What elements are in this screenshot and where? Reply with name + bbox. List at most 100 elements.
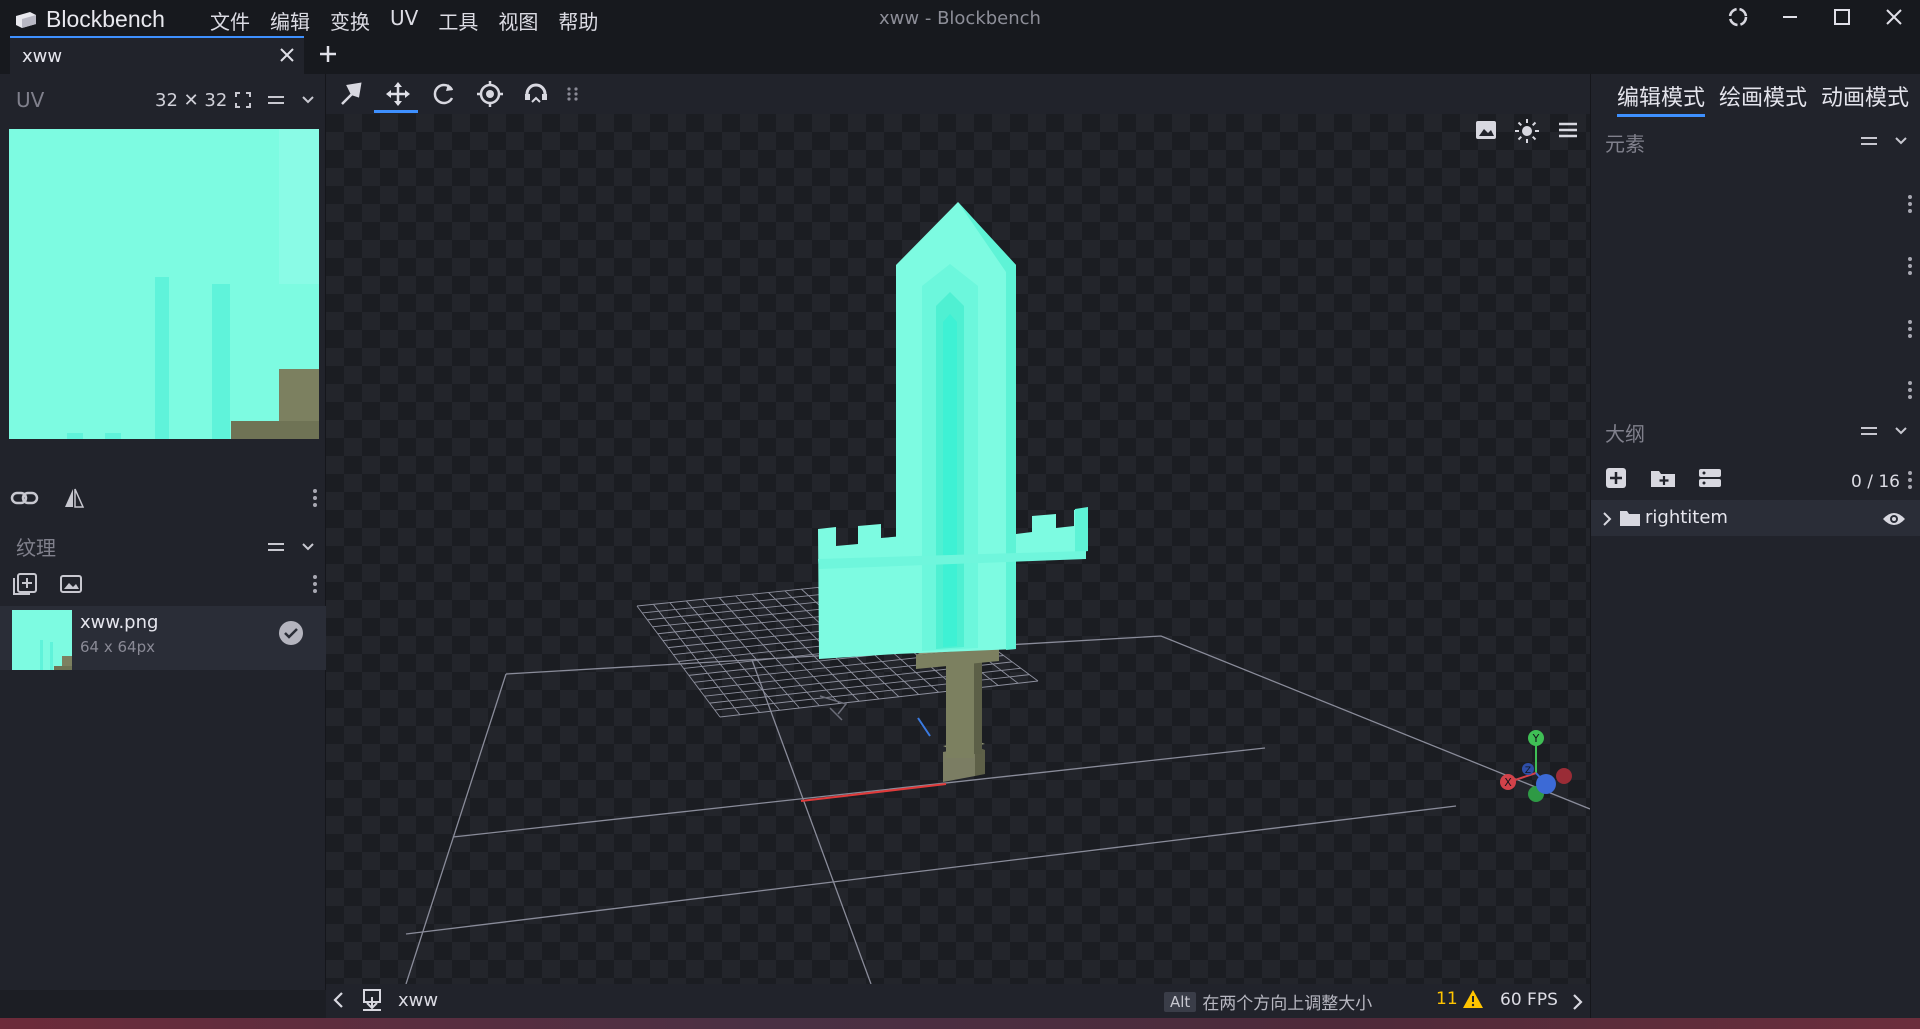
- rotate-tool-icon: [433, 83, 454, 105]
- vertex-snap-tool-button[interactable]: [514, 74, 558, 114]
- project-tab-bar: xww: [0, 36, 1920, 74]
- warnings-indicator[interactable]: 11: [1436, 989, 1484, 1009]
- menu-tools[interactable]: 工具: [428, 4, 488, 37]
- more-options-icon[interactable]: [1907, 470, 1913, 490]
- drag-handle-icon[interactable]: [1859, 132, 1879, 150]
- menu-transform[interactable]: 变换: [320, 4, 380, 37]
- project-tab[interactable]: xww: [10, 36, 304, 74]
- resize-tool-button[interactable]: [468, 74, 512, 114]
- add-texture-icon[interactable]: [12, 572, 38, 596]
- eye-icon[interactable]: [1881, 509, 1907, 529]
- fps-counter: 60 FPS: [1500, 990, 1558, 1010]
- chevron-down-icon[interactable]: [300, 91, 316, 109]
- chevron-down-icon[interactable]: [300, 538, 316, 556]
- add-cube-icon[interactable]: [1603, 466, 1629, 490]
- more-options-icon[interactable]: [1907, 194, 1913, 214]
- outliner-group-name: rightitem: [1645, 507, 1728, 528]
- pivot-tool-button[interactable]: [330, 74, 374, 114]
- new-tab-button[interactable]: [316, 42, 340, 66]
- chevron-down-icon[interactable]: [1893, 132, 1909, 150]
- uv-texture-preview: [9, 129, 319, 439]
- maximize-button[interactable]: [1816, 0, 1868, 34]
- drag-handle-icon[interactable]: [266, 91, 286, 109]
- add-group-icon[interactable]: [1649, 466, 1677, 490]
- keyboard-hint-text: 在两个方向上调整大小: [1202, 994, 1373, 1014]
- gizmo-x-label: X: [1504, 776, 1512, 789]
- minimize-button[interactable]: [1764, 0, 1816, 34]
- texture-dimensions: 64 x 64px: [80, 638, 155, 656]
- tool-bar: [326, 74, 1590, 114]
- close-window-button[interactable]: [1868, 0, 1920, 34]
- drag-handle-icon[interactable]: [266, 538, 286, 556]
- project-name[interactable]: xww: [398, 990, 438, 1011]
- minimize-icon: [1783, 16, 1797, 18]
- tab-animate-mode[interactable]: 动画模式: [1821, 80, 1909, 117]
- menu-uv[interactable]: UV: [380, 4, 428, 37]
- import-texture-icon[interactable]: [58, 572, 84, 596]
- lighting-icon[interactable]: [1514, 118, 1540, 144]
- sword-model: [818, 202, 1088, 782]
- collapse-groups-icon[interactable]: [1697, 466, 1723, 490]
- x-axis-line: [800, 783, 947, 802]
- rotate-tool-button[interactable]: [422, 74, 466, 114]
- uv-header-actions: [234, 91, 316, 109]
- close-icon: [1886, 9, 1902, 25]
- tab-edit-mode[interactable]: 编辑模式: [1617, 80, 1706, 117]
- grid-line: [714, 674, 1030, 711]
- title-bar: Blockbench 文件 编辑 变换 UV 工具 视图 帮助 xww - Bl…: [0, 0, 1920, 36]
- outliner-panel-header: 大纲: [1591, 410, 1920, 454]
- menu-file[interactable]: 文件: [200, 4, 260, 37]
- crosshair-icon: [477, 81, 503, 107]
- more-options-icon[interactable]: [1907, 319, 1913, 339]
- link-icon[interactable]: [10, 486, 40, 510]
- sync-icon: [1728, 7, 1748, 27]
- orientation-gizmo[interactable]: Y X Z: [1490, 724, 1580, 814]
- fullscreen-icon[interactable]: [234, 91, 252, 109]
- outliner-panel-title: 大纲: [1605, 422, 1645, 446]
- more-options-icon[interactable]: [312, 574, 318, 594]
- warning-icon: [1462, 990, 1483, 1008]
- uv-panel-title: UV: [16, 88, 45, 112]
- viewport-scene: [405, 202, 1590, 984]
- save-project-icon[interactable]: [360, 988, 384, 1012]
- hamburger-menu-icon[interactable]: [1556, 118, 1580, 142]
- viewport-tools: [1474, 118, 1580, 144]
- menu-bar: 文件 编辑 变换 UV 工具 视图 帮助: [200, 4, 608, 37]
- outliner-group-row[interactable]: rightitem: [1591, 500, 1920, 536]
- chevron-down-icon[interactable]: [1893, 422, 1909, 440]
- texture-list-item[interactable]: xww.png 64 x 64px: [0, 606, 326, 670]
- warning-count: 11: [1436, 989, 1458, 1009]
- keyboard-hint: Alt 在两个方向上调整大小: [1164, 989, 1372, 1014]
- close-tab-button[interactable]: [278, 46, 296, 64]
- sync-button[interactable]: [1712, 0, 1764, 34]
- menu-view[interactable]: 视图: [488, 4, 548, 37]
- 3d-viewport[interactable]: Y X Z: [326, 114, 1590, 984]
- image-icon[interactable]: [1474, 118, 1498, 142]
- uv-size-label[interactable]: 32 ✕ 32: [155, 90, 227, 111]
- menu-edit[interactable]: 编辑: [260, 4, 320, 37]
- keyboard-key-badge: Alt: [1164, 991, 1197, 1012]
- outliner-toolbar: [1603, 466, 1723, 490]
- elements-panel-title: 元素: [1605, 132, 1645, 156]
- move-tool-button[interactable]: [376, 74, 420, 114]
- toolbar-drag-handle-icon[interactable]: [566, 86, 580, 102]
- chevron-right-icon[interactable]: [1601, 510, 1613, 528]
- active-tool-indicator: [374, 110, 418, 113]
- blockbench-window: Blockbench 文件 编辑 变换 UV 工具 视图 帮助 xww - Bl…: [0, 0, 1920, 1029]
- texture-thumbnail: [12, 610, 72, 670]
- tab-paint-mode[interactable]: 绘画模式: [1719, 80, 1807, 117]
- menu-help[interactable]: 帮助: [548, 4, 608, 37]
- uv-editor-canvas[interactable]: [9, 129, 319, 439]
- app-name: Blockbench: [46, 6, 165, 32]
- chevron-left-icon[interactable]: [332, 990, 346, 1010]
- texture-selected-toggle[interactable]: [278, 620, 304, 646]
- chevron-right-icon[interactable]: [1570, 992, 1584, 1012]
- gizmo-z-label: Z: [1525, 766, 1531, 776]
- more-options-icon[interactable]: [1907, 380, 1913, 400]
- mirror-icon[interactable]: [62, 486, 86, 510]
- more-options-icon[interactable]: [312, 488, 318, 508]
- more-options-icon[interactable]: [1907, 256, 1913, 276]
- drag-handle-icon[interactable]: [1859, 422, 1879, 440]
- check-circle-icon: [279, 621, 303, 645]
- textures-panel-header: 纹理: [0, 526, 326, 570]
